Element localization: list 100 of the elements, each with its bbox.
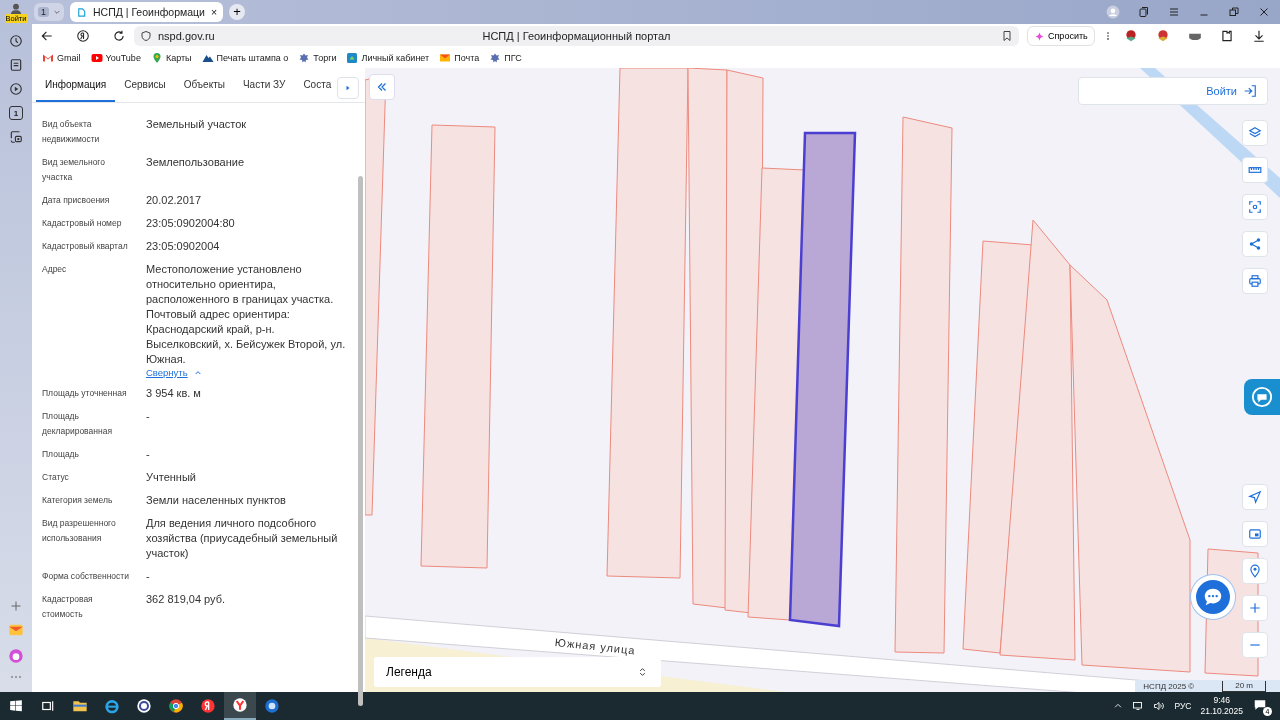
locate-button[interactable] <box>1242 484 1268 510</box>
ring-icon <box>136 698 152 714</box>
field-label: Кадастровая стоимость <box>42 593 94 621</box>
sparkle-icon <box>1034 30 1045 42</box>
notes-icon[interactable] <box>9 58 23 72</box>
field-value: 23:05:0902004 <box>146 239 221 254</box>
share-button[interactable] <box>1242 231 1268 257</box>
legend-dropdown[interactable]: Легенда <box>374 657 661 687</box>
area-select-button[interactable] <box>1242 194 1268 220</box>
panel-tab[interactable]: Сервисы <box>115 68 175 102</box>
land-parcel[interactable] <box>747 167 806 621</box>
panel-tab[interactable]: Соста <box>294 68 341 102</box>
collections-icon[interactable] <box>1138 6 1150 18</box>
sort-arrows-icon <box>638 666 647 678</box>
field-label: Категория земель <box>42 494 114 507</box>
bookmark-link[interactable]: ПГС <box>504 53 522 63</box>
panel-tab[interactable]: Информация <box>36 68 116 102</box>
browser-tab[interactable]: НСПД | Геоинформаци × <box>70 2 224 22</box>
bookmark-icon[interactable] <box>1001 30 1013 42</box>
chevron-up-icon[interactable] <box>1113 701 1124 711</box>
select-area-icon <box>1248 200 1262 214</box>
site-icon <box>76 6 87 18</box>
close-icon[interactable] <box>1258 6 1270 18</box>
emblem-icon <box>298 52 311 64</box>
field-label: Площадь <box>42 448 80 461</box>
address-bar[interactable]: nspd.gov.ru НСПД | Геоинформационный портал <box>134 26 1019 46</box>
field-label: Вид разрешенного использования <box>42 517 117 545</box>
chat-icon <box>1251 386 1273 408</box>
field-value: Землепользование <box>146 155 246 170</box>
bookmark-link[interactable]: YouTube <box>105 53 141 63</box>
new-tab-button[interactable]: + <box>229 4 246 20</box>
collapse-link[interactable]: Свернуть <box>146 367 202 378</box>
bookmark-link[interactable]: Почта <box>454 53 480 63</box>
notification-icon[interactable] <box>1252 698 1268 712</box>
letter-ya-icon <box>200 698 216 714</box>
plus-icon <box>1248 601 1262 615</box>
square-icon <box>346 52 359 64</box>
selected-parcel[interactable] <box>788 131 857 628</box>
network-icon[interactable] <box>1132 700 1145 712</box>
bookmark-link[interactable]: Торги <box>313 53 337 63</box>
clock-date: 21.10.2025 <box>1200 706 1243 717</box>
street-label: Южная улица <box>554 636 637 657</box>
field-value: - <box>146 447 151 462</box>
bookmark-link[interactable]: Печать штампа о <box>216 53 289 63</box>
field-label: Адрес <box>42 263 68 276</box>
restore-icon[interactable] <box>1228 6 1240 18</box>
panel-tab[interactable]: Части ЗУ <box>233 68 295 102</box>
bookmark-link[interactable]: Личный кабинет <box>361 53 430 63</box>
login-button[interactable]: Войти <box>1078 77 1268 105</box>
ask-button[interactable]: Спросить <box>1027 26 1095 46</box>
envelope-icon <box>439 52 452 64</box>
back-icon[interactable] <box>40 29 54 43</box>
minimap-button[interactable] <box>1242 521 1268 547</box>
screenshot-icon[interactable] <box>9 130 23 144</box>
history-icon[interactable] <box>9 34 23 48</box>
tab-counter[interactable]: 1 <box>34 3 64 21</box>
add-icon[interactable] <box>10 600 22 612</box>
field-value: Местоположение установлено относительно ориентира, расположенного в границах участка. Почтовый адрес ориентира: Краснодарский край, р-н. Выселковский, х. Бейсужек Второй, ул. Южная. <box>146 262 346 367</box>
counter-badge[interactable]: 1 <box>9 106 23 120</box>
support-chat-button[interactable] <box>1244 379 1280 415</box>
extension-icon[interactable] <box>1156 29 1170 43</box>
reload-icon[interactable] <box>112 29 126 43</box>
avatar-icon[interactable] <box>9 2 23 16</box>
volume-icon[interactable] <box>1153 700 1166 712</box>
field-value: Учтенный <box>146 470 197 485</box>
field-label: Форма собственности <box>42 570 130 583</box>
menu-icon[interactable] <box>1168 6 1180 18</box>
layers-button[interactable] <box>1242 120 1268 146</box>
scrollbar-thumb[interactable] <box>358 176 363 706</box>
field-label: Площадь декларированная <box>42 410 113 438</box>
play-icon[interactable] <box>9 82 23 96</box>
mail-icon <box>42 52 54 64</box>
navigation-arrow-icon <box>1248 490 1262 504</box>
emblem-icon <box>489 52 502 64</box>
play-icon <box>90 52 103 64</box>
task-view-icon <box>41 699 55 713</box>
print-button[interactable] <box>1242 268 1268 294</box>
map-canvas[interactable]: Южная улица Войти Легенда НСПД 2025 © 20 m <box>365 68 1280 692</box>
ruler-button[interactable] <box>1242 157 1268 183</box>
download-icon[interactable] <box>1252 29 1266 43</box>
chevron-down-icon <box>53 8 61 16</box>
taskbar-app[interactable] <box>224 692 256 720</box>
bookmark-link[interactable]: Gmail <box>57 53 81 63</box>
extension-icon[interactable] <box>1124 29 1138 43</box>
geolocation-button[interactable] <box>1242 558 1268 584</box>
bookmark-link[interactable]: Карты <box>165 53 192 63</box>
chevron-up-icon <box>193 368 202 377</box>
language-indicator[interactable]: РУС <box>1174 701 1192 711</box>
field-value: - <box>146 409 151 424</box>
field-label: Вид объекта недвижимости <box>42 118 101 146</box>
login-icon <box>1243 84 1257 98</box>
close-tab-button[interactable]: × <box>210 6 218 18</box>
scale-bar: 20 m <box>1222 680 1266 692</box>
collapse-panel-button[interactable] <box>369 74 395 100</box>
panel-tab[interactable]: Объекты <box>174 68 234 102</box>
mail-icon[interactable] <box>8 622 24 638</box>
mountain-icon <box>201 52 214 64</box>
windows-logo-icon <box>9 699 23 713</box>
assistant-icon[interactable] <box>8 648 24 664</box>
window-title: НСПД | Геоинформационный портал <box>482 30 671 42</box>
